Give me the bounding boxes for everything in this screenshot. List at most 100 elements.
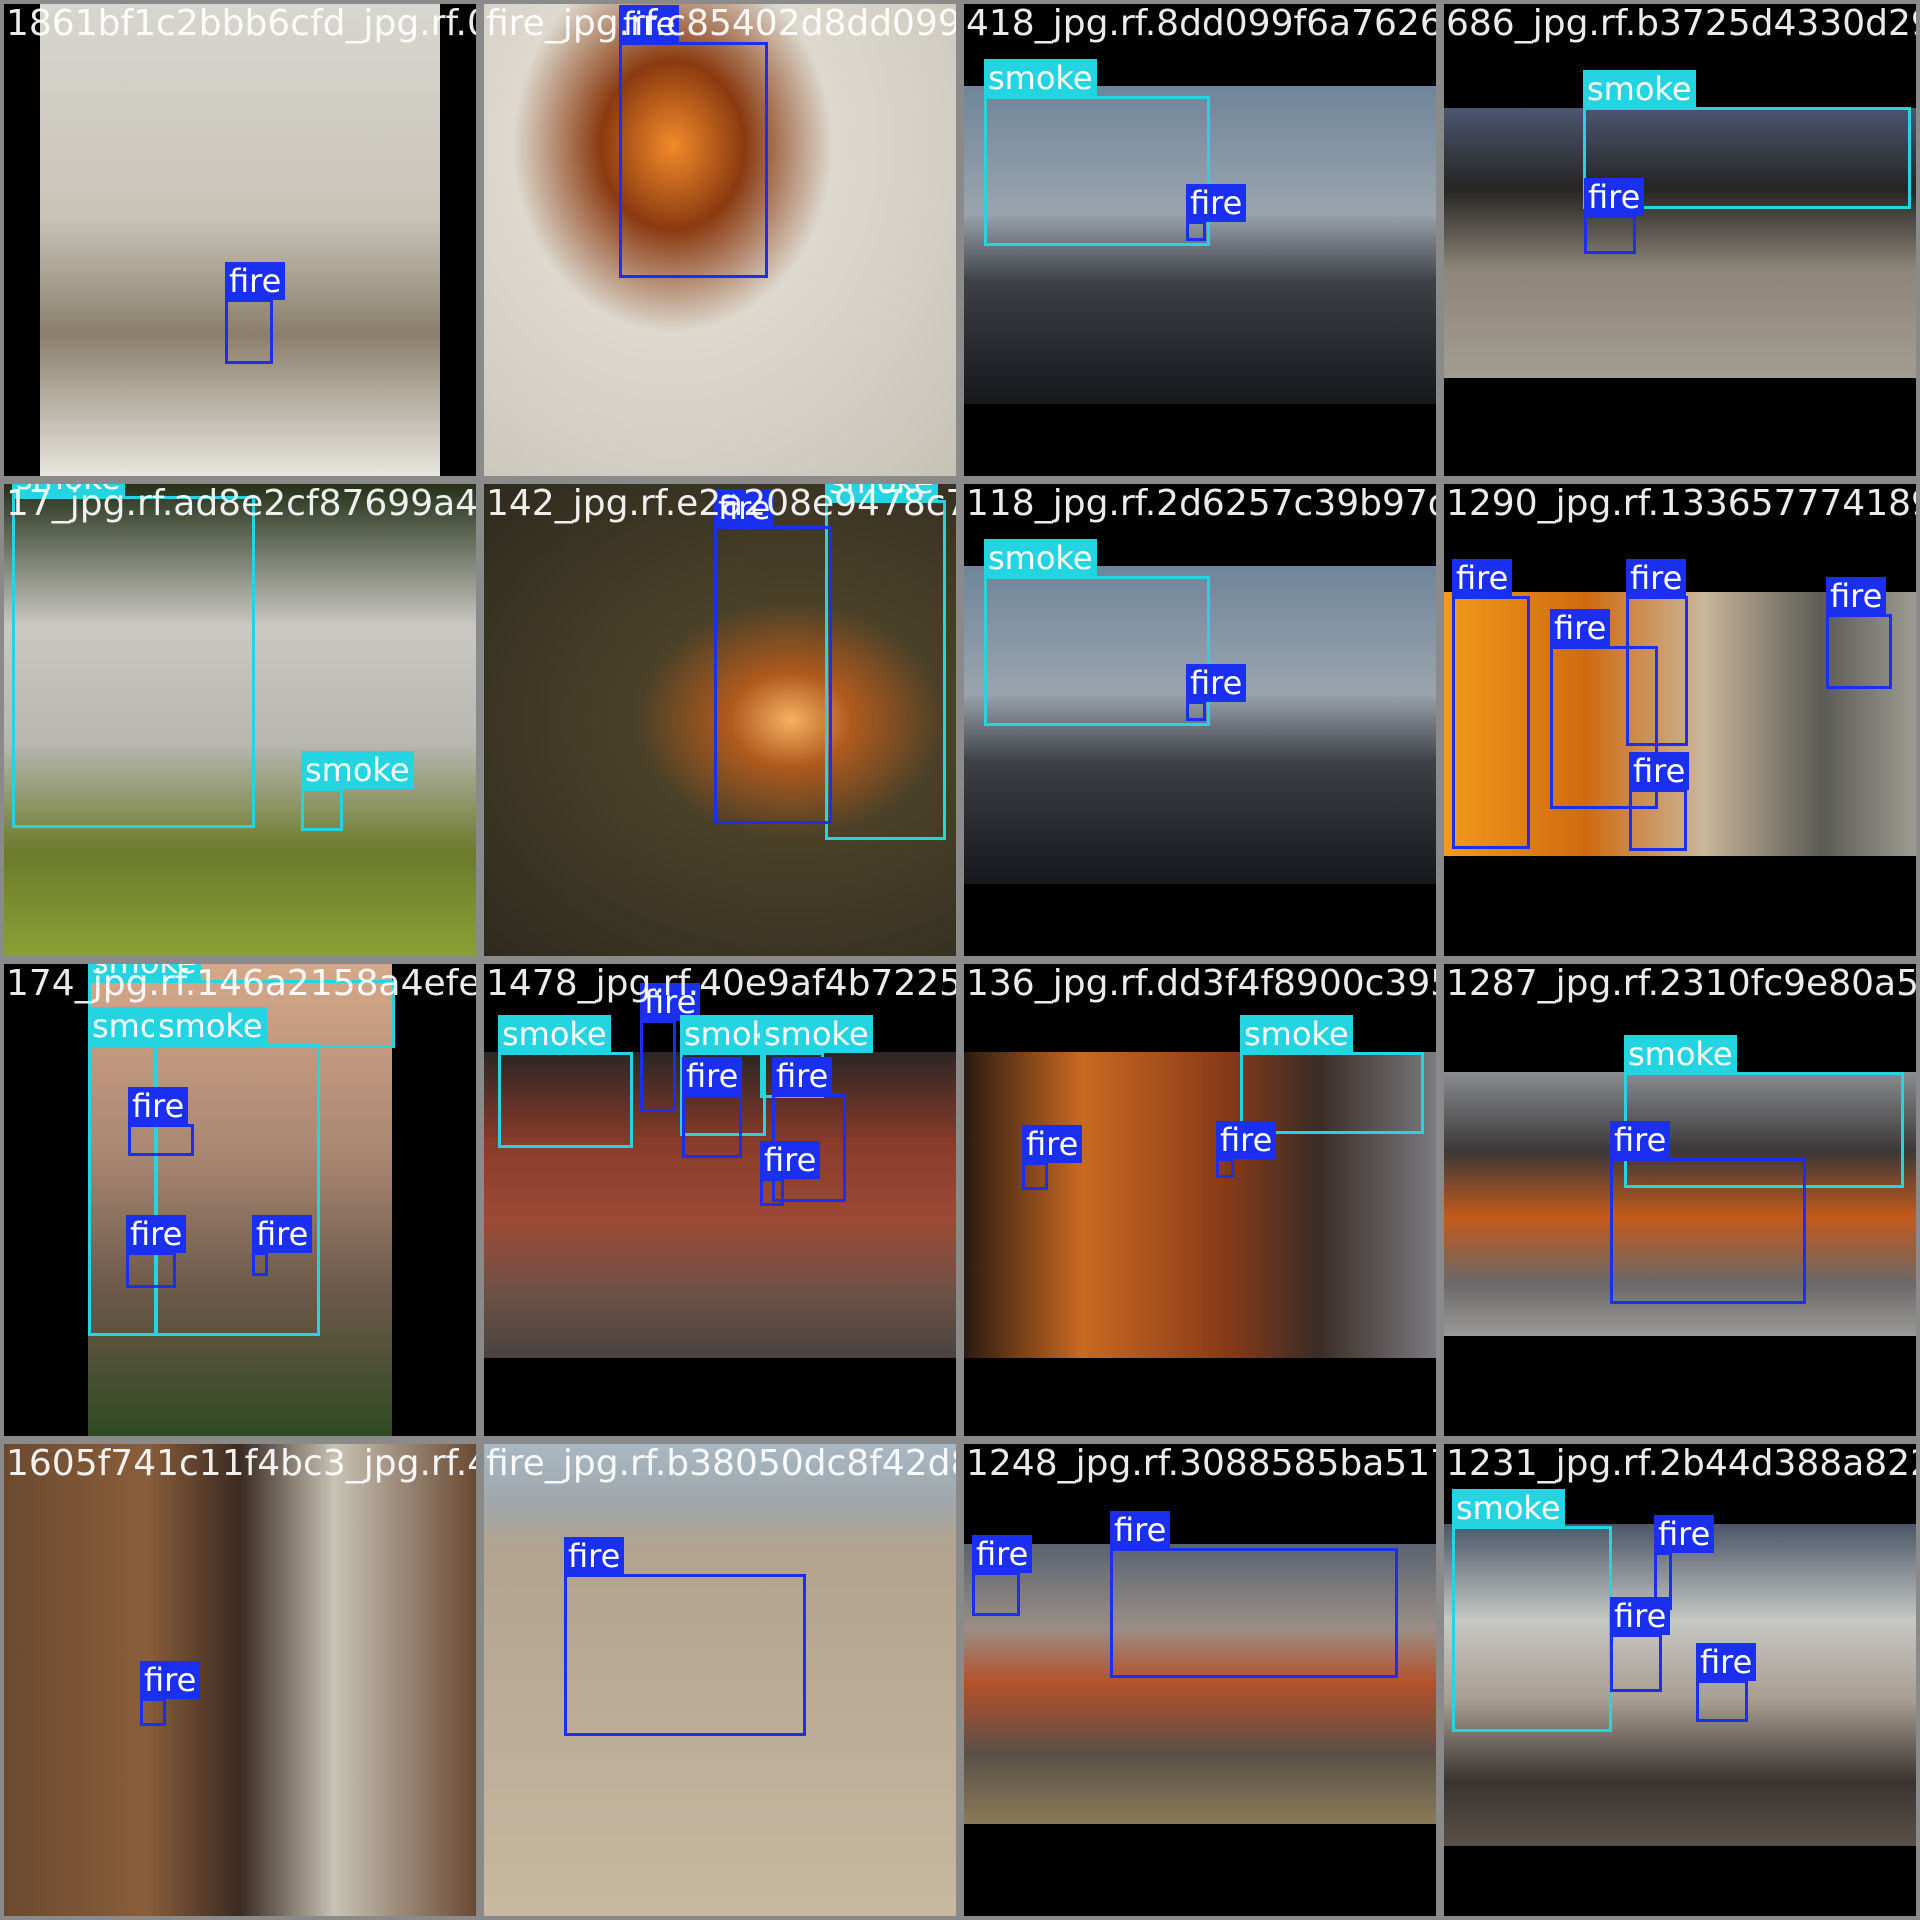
tile: 1605f741c11f4bc3_jpg.rf.4b01c2064b38050d… (0, 1440, 480, 1920)
wood-fireplace-photo (4, 1444, 476, 1916)
detection-label: smoke (1583, 70, 1696, 108)
tile-filename: 1290_jpg.rf.1336577741891ff75e (1446, 483, 1916, 524)
tile: 1287_jpg.rf.2310fc9e80a57a smoke fire (1440, 960, 1920, 1440)
detection-box: fire (1452, 559, 1530, 849)
detection-box: fire (1826, 577, 1892, 689)
tile-filename: 686_jpg.rf.b3725d4330d2971 (1446, 3, 1916, 44)
detection-box: fire (1216, 1121, 1277, 1178)
tile: 418_jpg.rf.8dd099f6a7626cdd2f6c972d53759… (960, 0, 1440, 480)
tile-filename: 1287_jpg.rf.2310fc9e80a57a (1446, 963, 1920, 1004)
detection-label: smoke (154, 1007, 267, 1045)
detection-box: fire (1629, 752, 1690, 851)
detection-box: fire (128, 1087, 194, 1156)
detection-label: fire (140, 1661, 201, 1699)
detection-label: fire (1186, 184, 1247, 222)
tile: 142_jpg.rf.e2a208e9478c7897a1b8b3138b sm… (480, 480, 960, 960)
tile: 1290_jpg.rf.1336577741891ff75e fire fire… (1440, 480, 1920, 960)
detection-box: smoke (825, 484, 946, 840)
tile: 1478_jpg.rf.40e9af4b7225b65295 smoke fir… (480, 960, 960, 1440)
tile-filename: fire_jpg.rf.b38050dc8f42d8e976 (486, 1443, 956, 1484)
detection-label: smoke (1624, 1035, 1737, 1073)
detection-box: fire (619, 5, 768, 278)
detection-label: smoke (1452, 1489, 1565, 1527)
detection-box: smoke (984, 59, 1210, 246)
detection-label: fire (564, 1537, 625, 1575)
fireplace-room-photo (40, 4, 440, 476)
detection-label: fire (225, 262, 286, 300)
tile: 136_jpg.rf.dd3f4f8900c3959b54d9 smoke fi… (960, 960, 1440, 1440)
tile-filename: 1605f741c11f4bc3_jpg.rf.4b01c2064b38050d… (6, 1443, 476, 1484)
detection-box: smoke (1452, 1489, 1612, 1732)
detection-box: fire (1610, 1121, 1806, 1304)
detection-label: smoke (498, 1015, 611, 1053)
tile: 1861bf1c2bbb6cfd_jpg.rf.0b6f1909d61e825a… (0, 0, 480, 480)
detection-box: fire (564, 1537, 806, 1736)
tile: 686_jpg.rf.b3725d4330d2971 smoke fire (1440, 0, 1920, 480)
detection-label: fire (1629, 752, 1690, 790)
tile-filename: 418_jpg.rf.8dd099f6a7626cdd2f6c972d53759 (966, 3, 1436, 44)
detection-box: fire (140, 1661, 201, 1726)
detection-label: fire (682, 1057, 743, 1095)
detection-label: fire (1550, 609, 1611, 647)
detection-label: fire (1216, 1121, 1277, 1159)
detection-label: smoke (1240, 1015, 1353, 1053)
detection-label: fire (1626, 559, 1687, 597)
detection-label: fire (126, 1215, 187, 1253)
detection-label: fire (128, 1087, 189, 1125)
tile: fire_jpg.rf.c85402d8dd099f6a7626cdd fire (480, 0, 960, 480)
detection-box: fire (640, 983, 701, 1112)
detection-label: fire (1584, 178, 1645, 216)
detection-box: fire (972, 1535, 1033, 1616)
detection-box: fire (760, 1141, 821, 1206)
detection-label: fire (772, 1057, 833, 1095)
detection-label: fire (1696, 1643, 1757, 1681)
tile-filename: 142_jpg.rf.e2a208e9478c7897a1b8b3138b (486, 483, 956, 524)
detection-box: fire (1186, 184, 1247, 241)
detection-box: fire (1022, 1125, 1083, 1190)
detection-label: smoke (301, 751, 414, 789)
detection-label: smoke (984, 539, 1097, 577)
tile: 118_jpg.rf.2d6257c39b97d4c79c290 smoke f… (960, 480, 1440, 960)
tile-filename: 136_jpg.rf.dd3f4f8900c3959b54d9 (966, 963, 1436, 1004)
detection-box: fire (1610, 1597, 1671, 1692)
detection-box: smoke (498, 1015, 633, 1148)
detection-label: fire (972, 1535, 1033, 1573)
detection-label: smoke (984, 59, 1097, 97)
detection-box: smoke (984, 539, 1210, 726)
detection-label: fire (1610, 1121, 1671, 1159)
detection-label: smoke (760, 1015, 873, 1053)
detection-box: fire (1696, 1643, 1757, 1722)
image-mosaic: 1861bf1c2bbb6cfd_jpg.rf.0b6f1909d61e825a… (0, 0, 1920, 1920)
detection-box: fire (714, 489, 832, 824)
detection-label: fire (1186, 664, 1247, 702)
detection-label: fire (1022, 1125, 1083, 1163)
detection-box: fire (1584, 178, 1645, 254)
detection-label: fire (1826, 577, 1887, 615)
tile: 1231_jpg.rf.2b44d388a8221 smoke fire fir… (1440, 1440, 1920, 1920)
tile: fire_jpg.rf.b38050dc8f42d8e976 fire (480, 1440, 960, 1920)
detection-label: fire (1452, 559, 1513, 597)
tile-filename: 1248_jpg.rf.3088585ba517c5a (966, 1443, 1436, 1484)
detection-box: fire (225, 262, 286, 364)
detection-label: fire (1654, 1515, 1715, 1553)
tile-filename: 118_jpg.rf.2d6257c39b97d4c79c290 (966, 483, 1440, 524)
tile: 1248_jpg.rf.3088585ba517c5a fire fire (960, 1440, 1440, 1920)
detection-box: fire (126, 1215, 187, 1288)
detection-box: fire (1110, 1511, 1398, 1678)
detection-label: fire (760, 1141, 821, 1179)
detection-label: fire (1110, 1511, 1171, 1549)
tile-filename: 1478_jpg.rf.40e9af4b7225b65295 (486, 963, 960, 1004)
tile-filename: 1231_jpg.rf.2b44d388a8221 (1446, 1443, 1920, 1484)
tile: 17_jpg.rf.ad8e2cf87699a452b6e2a208e9478c… (0, 480, 480, 960)
detection-box: smoke (12, 484, 255, 828)
tile-filename: 17_jpg.rf.ad8e2cf87699a452b6e2a208e9478c… (6, 483, 480, 524)
detection-label: fire (1610, 1597, 1671, 1635)
tile-filename: 174_jpg.rf.146a2158a4efe3c4417830e1406f4… (6, 963, 480, 1004)
detection-label: fire (252, 1215, 313, 1253)
detection-box: fire (682, 1057, 743, 1158)
detection-box: smoke (301, 751, 414, 831)
detection-box: fire (252, 1215, 313, 1276)
tile-filename: 1861bf1c2bbb6cfd_jpg.rf.0b6f1909d61e825a… (6, 3, 476, 44)
tile: 174_jpg.rf.146a2158a4efe3c4417830e1406f4… (0, 960, 480, 1440)
tile-filename: fire_jpg.rf.c85402d8dd099f6a7626cdd (486, 3, 960, 44)
